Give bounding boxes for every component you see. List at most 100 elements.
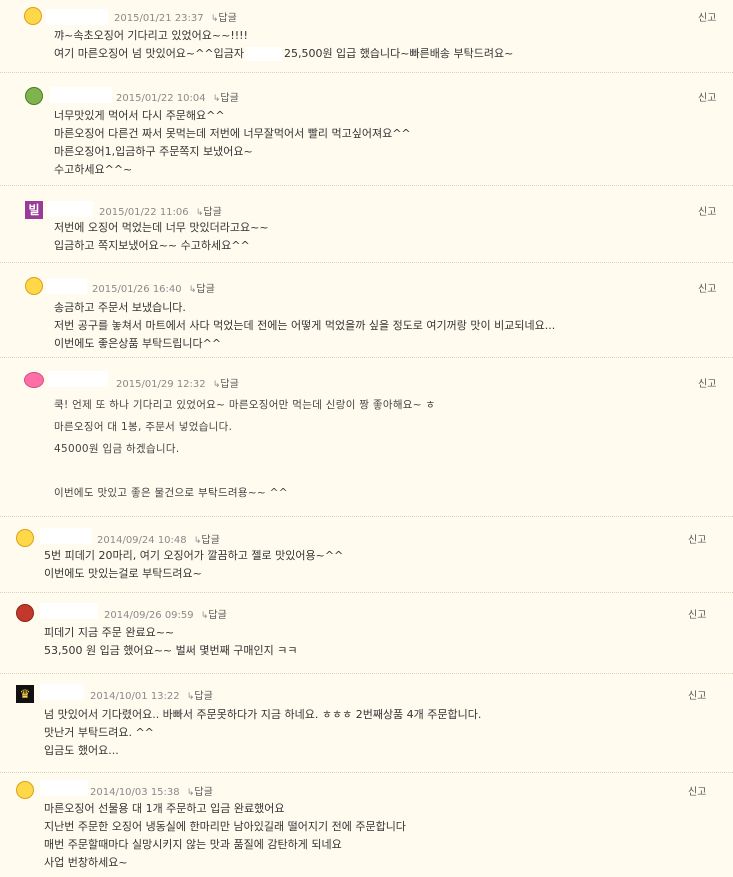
pig-icon[interactable]: [24, 372, 44, 388]
comment-line: 사업 번창하세요~: [44, 856, 128, 869]
comment-line: 매번 주문할때마다 실망시키지 않는 맛과 품질에 감탄하게 되네요: [44, 838, 342, 851]
comment-line: 마른오징어1,입금하구 주문쪽지 보냈어요~: [54, 145, 253, 158]
comment-date: 2015/01/26 16:40: [92, 284, 182, 295]
reply-label: 답글: [220, 93, 239, 104]
comment-body: 피데기 지금 주문 완료요~~ 53,500 원 입금 했어요~~ 벌써 몇번째…: [44, 624, 297, 660]
reply-label: 답글: [218, 13, 237, 24]
author-name[interactable]: [48, 371, 108, 387]
author-name[interactable]: [50, 87, 112, 103]
comment-date: 2015/01/22 10:04: [116, 93, 206, 104]
bil-icon[interactable]: 빌: [25, 201, 43, 219]
reply-button[interactable]: ↳답글: [213, 93, 239, 104]
author-name[interactable]: [40, 603, 98, 619]
reply-button[interactable]: ↳답글: [211, 13, 237, 24]
reply-button[interactable]: ↳답글: [196, 207, 222, 218]
reply-label: 답글: [203, 207, 222, 218]
comment-line: 마른오징어 선물용 대 1개 주문하고 입금 완료했어요: [44, 802, 285, 815]
smiley-face-icon[interactable]: [16, 529, 34, 547]
comment-line: 저번에 오징어 먹었는데 너무 맛있더라고요~~: [54, 221, 269, 234]
comment-meta: 2015/01/22 11:06 ↳답글: [99, 203, 222, 218]
comment-line: 이번에도 맛있고 좋은 물건으로 부탁드려용~~ ^^: [54, 487, 288, 499]
comment-meta: 2014/10/03 15:38 ↳답글: [90, 783, 213, 798]
report-button[interactable]: 신고: [688, 531, 706, 546]
comment-line: 입금하고 쪽지보냈어요~~ 수고하세요^^: [54, 239, 250, 252]
comment-line: 쿡! 언제 또 하나 기다리고 있었어요~ 마른오징어만 먹는데 신랑이 짱 좋…: [54, 399, 436, 411]
comment-line-part: 25,500원 입급 했습니다~빠른배송 부탁드려요~: [283, 47, 514, 60]
author-name[interactable]: [40, 780, 88, 796]
comment-body: 5번 피데기 20마리, 여기 오징어가 깔끔하고 젤로 맛있어용~^^ 이번에…: [44, 547, 343, 583]
reply-button[interactable]: ↳답글: [189, 284, 215, 295]
comment-line: 저번 공구를 놓쳐서 마트에서 사다 먹었는데 전에는 어떻게 먹었을까 싶을 …: [54, 319, 556, 332]
comment-meta: 2014/09/26 09:59 ↳답글: [104, 606, 227, 621]
comment: 2015/01/22 10:04 ↳답글 신고 너무맛있게 먹어서 다시 주문해…: [0, 82, 733, 186]
comment-line: 꺄~속초오징어 기다리고 있었어요~~!!!!: [54, 29, 248, 42]
reply-button[interactable]: ↳답글: [187, 787, 213, 798]
comment-line: 피데기 지금 주문 완료요~~: [44, 626, 175, 639]
red-character-icon[interactable]: [16, 604, 34, 622]
comment-body: 쿡! 언제 또 하나 기다리고 있었어요~ 마른오징어만 먹는데 신랑이 짱 좋…: [54, 394, 435, 504]
comment: 2015/01/21 23:37 ↳답글 신고 꺄~속초오징어 기다리고 있었어…: [0, 0, 733, 73]
comment: 2015/01/26 16:40 ↳답글 신고 송금하고 주문서 보냈습니다. …: [0, 273, 733, 358]
crown-icon[interactable]: ♛: [16, 685, 34, 703]
redacted-name: [245, 47, 282, 61]
reply-button[interactable]: ↳답글: [194, 535, 220, 546]
reply-button[interactable]: ↳답글: [187, 691, 213, 702]
comment-body: 송금하고 주문서 보냈습니다. 저번 공구를 놓쳐서 마트에서 사다 먹었는데 …: [54, 299, 555, 353]
comment-line: 송금하고 주문서 보냈습니다.: [54, 301, 186, 314]
reply-label: 답글: [201, 535, 220, 546]
comment-body: 꺄~속초오징어 기다리고 있었어요~~!!!! 여기 마른오징어 넘 맛있어요~…: [54, 27, 513, 63]
comment-meta: 2015/01/26 16:40 ↳답글: [92, 280, 215, 295]
report-button[interactable]: 신고: [688, 687, 706, 702]
report-button[interactable]: 신고: [698, 9, 716, 24]
comment-line: 넘 맛있어서 기다렸어요.. 바빠서 주문못하다가 지금 하네요. ㅎㅎㅎ 2번…: [44, 708, 482, 721]
author-name[interactable]: [46, 9, 108, 25]
report-button[interactable]: 신고: [688, 606, 706, 621]
report-button[interactable]: 신고: [698, 375, 716, 390]
reply-label: 답글: [220, 379, 239, 390]
reply-button[interactable]: ↳답글: [201, 610, 227, 621]
comment-line: [54, 460, 435, 482]
comment-line: 이번에도 좋은상품 부탁드립니다^^: [54, 337, 222, 350]
comment-meta: 2015/01/21 23:37 ↳답글: [114, 9, 237, 24]
comment-line: 53,500 원 입금 했어요~~ 벌써 몇번째 구매인지 ㅋㅋ: [44, 644, 298, 657]
comment-meta: 2015/01/29 12:32 ↳답글: [116, 375, 239, 390]
report-button[interactable]: 신고: [698, 203, 716, 218]
comment: ♛ 2014/10/01 13:22 ↳답글 신고 넘 맛있어서 기다렸어요..…: [0, 682, 733, 773]
author-name[interactable]: [47, 278, 87, 294]
smiley-face-icon[interactable]: [24, 7, 42, 25]
report-button[interactable]: 신고: [688, 783, 706, 798]
comment-line: 45000원 입금 하겠습니다.: [54, 443, 180, 455]
comment-meta: 2015/01/22 10:04 ↳답글: [116, 89, 239, 104]
comment-line: 입금도 했어요...: [44, 744, 119, 757]
reply-label: 답글: [196, 284, 215, 295]
comment-meta: 2014/10/01 13:22 ↳답글: [90, 687, 213, 702]
smiley-face-icon[interactable]: [16, 781, 34, 799]
comment: 2014/09/26 09:59 ↳답글 신고 피데기 지금 주문 완료요~~ …: [0, 601, 733, 674]
comment-body: 저번에 오징어 먹었는데 너무 맛있더라고요~~ 입금하고 쪽지보냈어요~~ 수…: [54, 219, 269, 255]
comment-date: 2015/01/22 11:06: [99, 207, 189, 218]
report-button[interactable]: 신고: [698, 280, 716, 295]
reply-label: 답글: [194, 691, 213, 702]
comment-date: 2014/10/01 13:22: [90, 691, 180, 702]
comment-date: 2015/01/29 12:32: [116, 379, 206, 390]
comment-date: 2014/09/26 09:59: [104, 610, 194, 621]
reply-label: 답글: [208, 610, 227, 621]
comment-line: 마른오징어 다른건 짜서 못먹는데 저번에 너무잘먹어서 빨리 먹고싶어져요^^: [54, 127, 411, 140]
report-button[interactable]: 신고: [698, 89, 716, 104]
comment: 2014/10/03 15:38 ↳답글 신고 마른오징어 선물용 대 1개 주…: [0, 778, 733, 877]
comment-line: 지난번 주문한 오징어 냉동실에 한마리만 남아있길래 떨어지기 전에 주문합니…: [44, 820, 406, 833]
comment-line-part: 여기 마른오징어 넘 맛있어요~^^입금자: [54, 47, 244, 60]
comment-line: 5번 피데기 20마리, 여기 오징어가 깔끔하고 젤로 맛있어용~^^: [44, 549, 344, 562]
comment: 빌 2015/01/22 11:06 ↳답글 신고 저번에 오징어 먹었는데 너…: [0, 196, 733, 263]
smiley-face-icon[interactable]: [25, 277, 43, 295]
frog-icon[interactable]: [25, 87, 43, 105]
comment-meta: 2014/09/24 10:48 ↳답글: [97, 531, 220, 546]
author-name[interactable]: [40, 684, 84, 700]
comment-date: 2014/10/03 15:38: [90, 787, 180, 798]
author-name[interactable]: [40, 528, 92, 544]
comment-line: 여기 마른오징어 넘 맛있어요~^^입금자 25,500원 입급 했습니다~빠른배…: [54, 45, 513, 63]
comment-line: 수고하세요^^~: [54, 163, 133, 176]
reply-button[interactable]: ↳답글: [213, 379, 239, 390]
author-name[interactable]: [47, 201, 93, 217]
comment-body: 너무맛있게 먹어서 다시 주문해요^^ 마른오징어 다른건 짜서 못먹는데 저번…: [54, 107, 411, 179]
